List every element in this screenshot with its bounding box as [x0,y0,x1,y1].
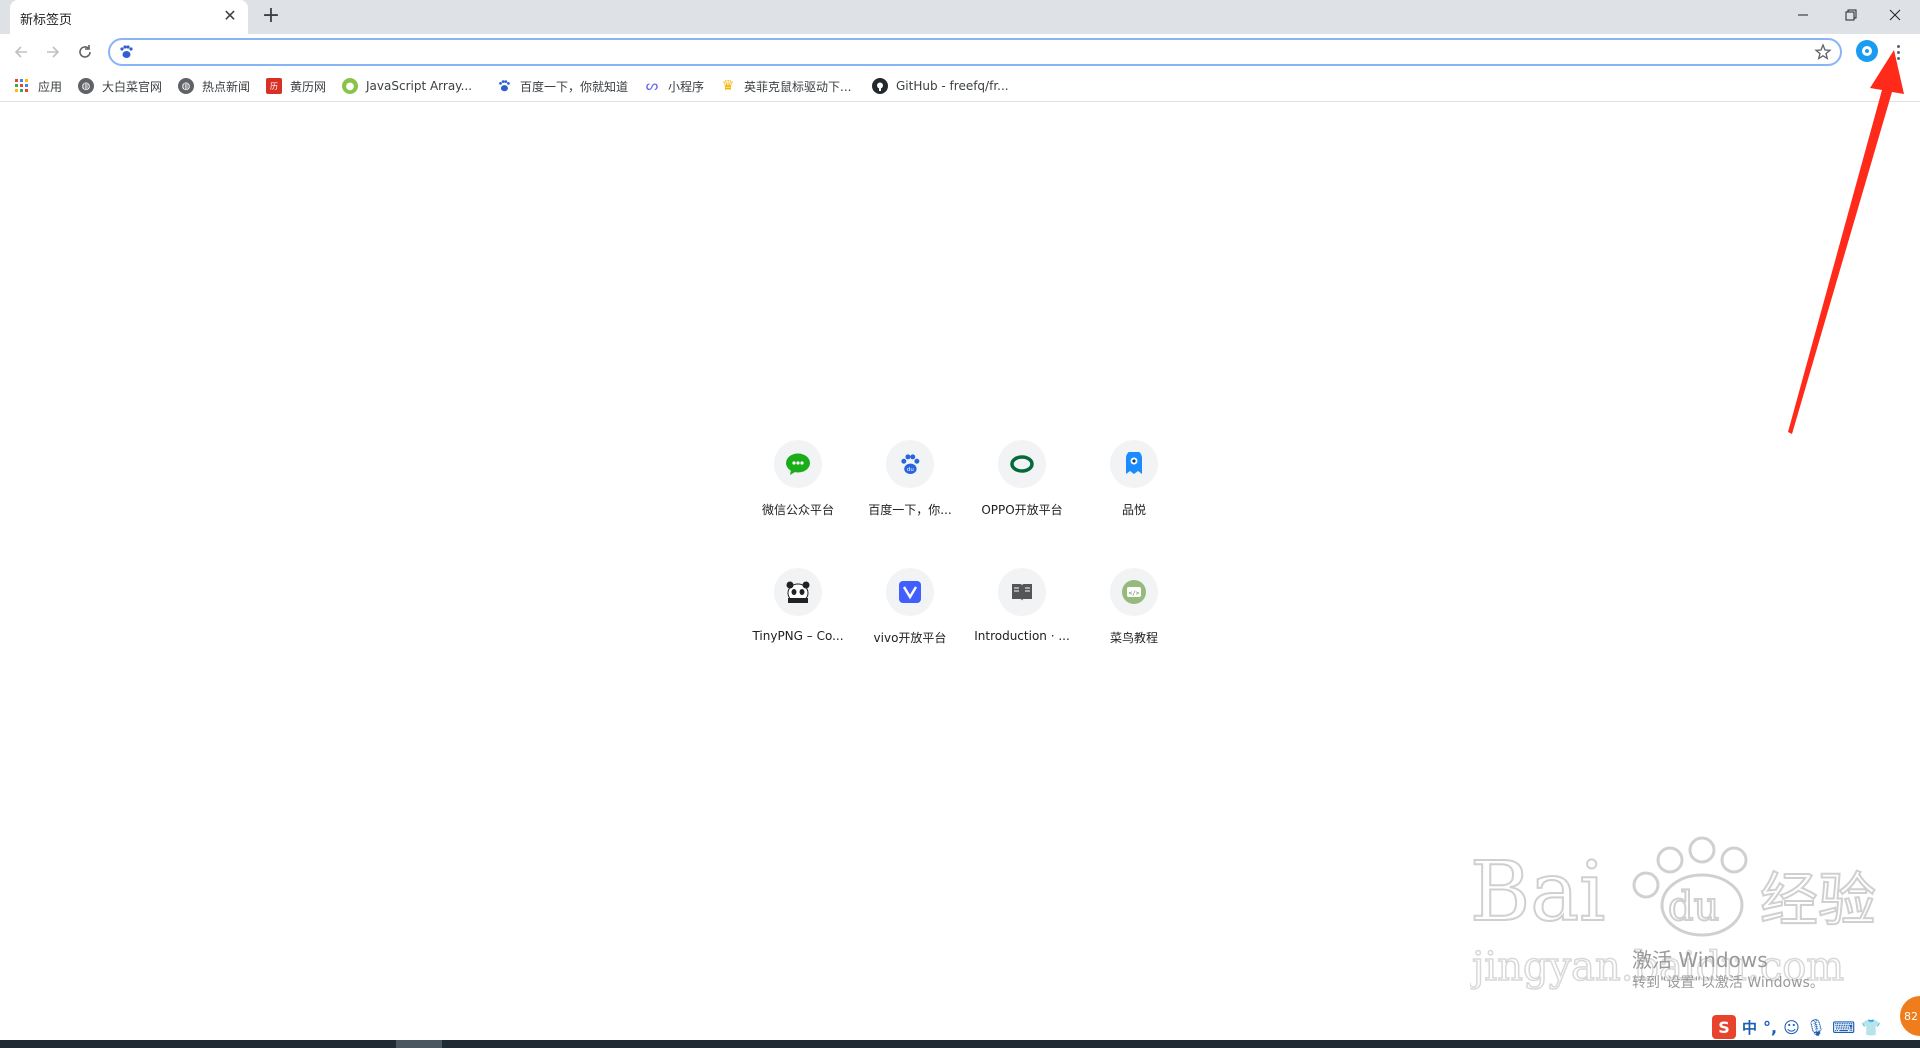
tab-strip: 新标签页 ✕ + [0,0,1920,34]
ime-toolbar[interactable]: S 中 °, ☺ 🎙 ⌨ 👕 [1712,1014,1881,1040]
bookmark-label: 大白菜官网 [102,79,163,94]
bookmark-label: JavaScript Array... [366,79,473,93]
shortcut-label: Introduction · ... [974,629,1070,643]
shortcut-runoob[interactable]: </> 菜鸟教程 [1078,552,1190,664]
punctuation-icon[interactable]: °, [1763,1018,1777,1037]
new-tab-button[interactable]: + [258,4,284,30]
forward-button[interactable] [40,39,66,65]
shortcut-oppo[interactable]: OPPO开放平台 [966,424,1078,536]
bookmark-baidu[interactable]: 百度一下，你就知道 [496,76,628,96]
tab-close-icon[interactable]: ✕ [220,6,240,26]
shortcut-label: OPPO开放平台 [981,503,1063,517]
pinyue-icon [1110,440,1158,488]
restore-icon [1845,9,1857,21]
bookmark-apps[interactable]: 应用 [14,76,62,96]
shortcut-wechat[interactable]: 微信公众平台 [742,424,854,536]
calendar-icon: 历 [266,78,282,94]
activate-windows-title: 激活 Windows [1632,948,1768,972]
github-icon [872,78,888,94]
bookmark-label: 小程序 [668,79,705,94]
bookmark-label: GitHub - freefq/fr... [896,79,1009,93]
bookmark-infiky[interactable]: ♛ 英菲克鼠标驱动下... [720,76,852,96]
sogou-ime-icon[interactable]: S [1712,1015,1736,1039]
ime-language-toggle[interactable]: 中 [1742,1017,1757,1038]
svg-text:du: du [1668,884,1719,930]
forward-arrow-icon [47,46,60,58]
address-bar[interactable] [108,38,1842,66]
globe-icon: ◍ [178,78,194,94]
bookmark-label: 黄历网 [290,79,327,94]
bookmark-label: 热点新闻 [202,79,251,94]
tab-new-tab[interactable]: 新标签页 ✕ [10,0,248,34]
tab-title: 新标签页 [20,13,73,28]
reload-icon [79,45,91,58]
notification-badge[interactable]: 82 [1900,996,1920,1036]
baidu-paw-icon [118,44,134,64]
microphone-icon[interactable]: 🎙 [1806,1018,1826,1037]
shortcut-label: 品悦 [1121,503,1146,517]
address-input[interactable] [140,42,1784,64]
svg-text:经验: 经验 [1760,866,1876,934]
book-icon [998,568,1046,616]
bookmark-github[interactable]: GitHub - freefq/fr... [872,76,1009,96]
close-icon [1889,9,1901,21]
svg-text:Bai: Bai [1470,845,1605,940]
globe-icon: ◍ [78,78,94,94]
reload-button[interactable] [72,39,98,65]
keyboard-icon[interactable]: ⌨ [1832,1018,1855,1037]
trophy-icon: ♛ [721,78,735,94]
bookmark-label: 百度一下，你就知道 [520,79,629,94]
bookmark-label: 应用 [38,79,63,94]
toolbar [0,34,1920,70]
windows-taskbar [0,1040,1920,1048]
bookmark-hot-news[interactable]: ◍ 热点新闻 [178,76,250,96]
shortcut-label: 微信公众平台 [761,503,834,517]
more-vert-dot [1896,44,1900,48]
svg-text:du: du [907,467,914,473]
miniprogram-icon: ᔕ [645,78,659,94]
shortcut-label: 百度一下，你... [868,503,952,517]
oppo-icon [998,440,1046,488]
baidu-paw-icon: du [886,440,934,488]
skin-shirt-icon[interactable]: 👕 [1861,1018,1881,1037]
annotation-arrow [1788,50,1904,434]
bookmark-dabaicai[interactable]: ◍ 大白菜官网 [78,76,162,96]
shortcut-pinyue[interactable]: 品悦 [1078,424,1190,536]
bookmark-js-array[interactable]: ● JavaScript Array... [342,76,472,96]
svg-text:</>: </> [1129,590,1140,597]
apps-grid-icon [14,78,30,94]
back-arrow-icon [14,46,27,58]
baidu-paw-icon [496,78,512,94]
runoob-icon: </> [1110,568,1158,616]
tinypng-panda-icon [774,568,822,616]
restore-button[interactable] [1828,0,1874,30]
wechat-icon [774,440,822,488]
back-button[interactable] [8,39,34,65]
shortcut-vivo[interactable]: vivo开放平台 [854,552,966,664]
minimize-button[interactable] [1780,0,1826,30]
shortcut-label: TinyPNG – Co... [752,629,844,643]
minimize-icon [1798,14,1808,16]
activate-windows-subtitle: 转到"设置"以激活 Windows。 [1632,975,1824,991]
bookmark-label: 英菲克鼠标驱动下... [744,79,852,94]
site-icon: ● [342,78,358,94]
emoji-icon[interactable]: ☺ [1783,1018,1800,1037]
bookmarks-bar: 应用 ◍ 大白菜官网 ◍ 热点新闻 历 黄历网 ● JavaScript Arr… [0,70,1920,102]
close-window-button[interactable] [1872,0,1918,30]
shortcut-introduction[interactable]: Introduction · ... [966,552,1078,664]
bookmark-miniprogram[interactable]: ᔕ 小程序 [644,76,704,96]
vivo-icon [886,568,934,616]
taskbar-active-item[interactable] [396,1040,442,1048]
bookmark-huangli[interactable]: 历 黄历网 [266,76,326,96]
shortcut-label: vivo开放平台 [873,631,947,645]
shortcut-label: 菜鸟教程 [1109,631,1158,645]
shortcut-tinypng[interactable]: TinyPNG – Co... [742,552,854,664]
shortcut-baidu[interactable]: du 百度一下，你... [854,424,966,536]
